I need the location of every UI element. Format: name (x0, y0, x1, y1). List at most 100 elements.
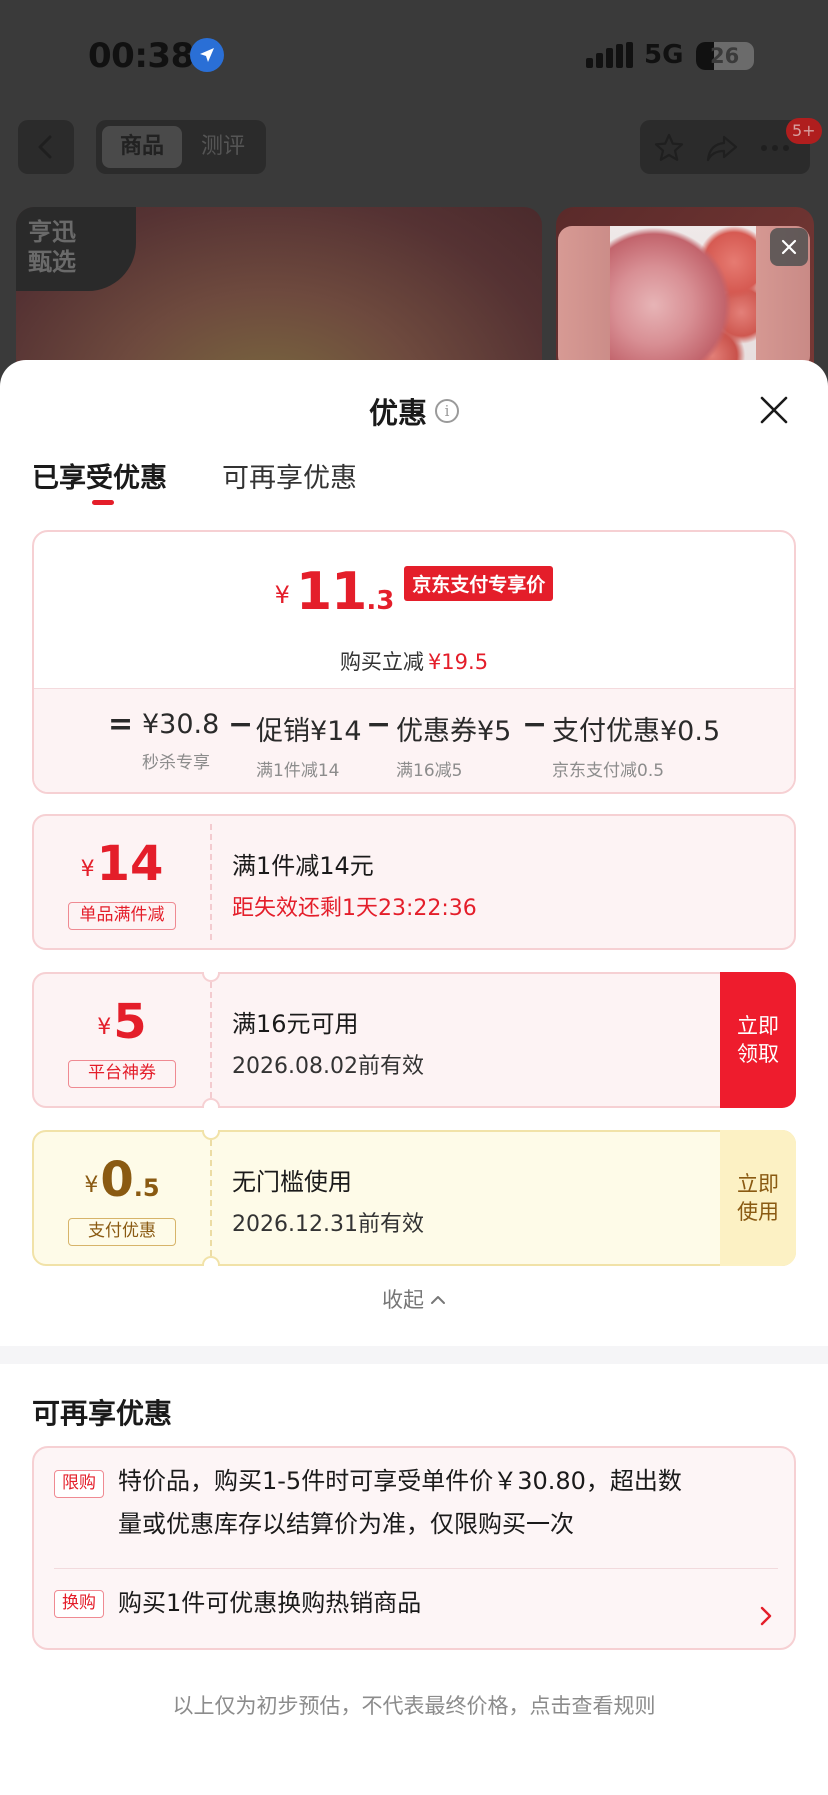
nav-actions (640, 120, 810, 174)
formula-main: 支付优惠¥0.5 (552, 716, 721, 747)
coupon-amount: ¥0.5 (34, 1152, 210, 1208)
coupon-title: 无门槛使用 (232, 1168, 352, 1196)
tab-review[interactable]: 测评 (186, 126, 260, 168)
coupon-value: 0 (100, 1152, 134, 1208)
back-button[interactable] (18, 120, 74, 174)
formula-sub: 京东支付减0.5 (552, 761, 665, 781)
status-bar: 00:38 5G 26 (0, 0, 828, 110)
coupon-currency: ¥ (97, 1015, 112, 1040)
formula-main: 优惠券¥5 (396, 716, 512, 747)
location-icon (190, 38, 224, 72)
limit-description: 特价品，购买1-5件时可享受单件价￥30.80，超出数 量或优惠库存以结算价为准… (118, 1460, 682, 1546)
item-divider (54, 1568, 778, 1569)
battery-level: 26 (710, 44, 740, 68)
currency-symbol: ¥ (274, 581, 290, 609)
coupon-type-label: 支付优惠 (68, 1218, 176, 1246)
price-tag: 京东支付专享价 (404, 566, 554, 601)
formula-sub: 满1件减14 (256, 761, 340, 781)
coupon-card[interactable]: ¥0.5 支付优惠 无门槛使用 2026.12.31前有效 立即使用 (32, 1130, 796, 1266)
rules-note-link[interactable]: 以上仅为初步预估，不代表最终价格，点击查看规则 (0, 1690, 828, 1720)
coupon-currency: ¥ (84, 1173, 99, 1198)
final-price: ¥11.3 京东支付专享价 (34, 562, 794, 622)
close-icon[interactable] (756, 392, 792, 428)
more-discounts-title: 可再享优惠 (32, 1397, 173, 1430)
formula-equals: = (108, 707, 134, 742)
chevron-right-icon[interactable] (760, 1606, 772, 1626)
tab-indicator (92, 500, 114, 505)
limit-text-line: 特价品，购买1-5件时可享受单件价￥30.80，超出数 (118, 1467, 682, 1495)
limit-tag: 限购 (54, 1470, 104, 1498)
coupon-title: 满16元可用 (232, 1010, 359, 1038)
product-tabs: 商品 测评 (96, 120, 266, 174)
coupon-divider (210, 982, 212, 1098)
claim-coupon-label: 立即领取 (737, 1014, 779, 1066)
price-summary-card: ¥11.3 京东支付专享价 购买立减 ¥19.5 = ¥30.8 秒杀专享 − 促销… (32, 530, 796, 794)
signal-icon (586, 42, 634, 68)
coupon-divider (210, 1140, 212, 1256)
coupon-amount: ¥14 (34, 836, 210, 892)
collapse-button[interactable]: 收起 (0, 1284, 828, 1314)
coupon-card[interactable]: ¥14 单品满件减 满1件减14元 距失效还剩1天23:22:36 (32, 814, 796, 950)
coupon-expiry: 2026.12.31前有效 (232, 1212, 424, 1237)
chevron-up-icon (431, 1296, 445, 1304)
total-reduction: 购买立减 ¥19.5 (34, 646, 794, 676)
network-label: 5G (644, 40, 684, 70)
limit-text-line: 量或优惠库存以结算价为准，仅限购买一次 (118, 1510, 574, 1538)
formula-minus: − (366, 707, 392, 742)
battery-icon: 26 (696, 42, 754, 70)
status-time: 00:38 (88, 36, 194, 76)
claim-coupon-button[interactable]: 立即领取 (720, 972, 796, 1108)
coupon-type-label: 平台神券 (68, 1060, 176, 1088)
formula-sub: 满16减5 (396, 761, 463, 781)
notification-badge: 5+ (786, 118, 822, 144)
coupon-value: 5 (113, 994, 147, 1050)
star-icon[interactable] (654, 133, 684, 163)
more-icon[interactable] (760, 144, 790, 152)
coupon-card[interactable]: ¥5 平台神券 满16元可用 2026.08.02前有效 立即领取 (32, 972, 796, 1108)
video-close-button[interactable] (770, 228, 808, 266)
sheet-title: 优惠 (368, 396, 427, 430)
coupon-title: 满1件减14元 (232, 852, 374, 880)
formula-main: 促销¥14 (256, 716, 362, 747)
collapse-label: 收起 (382, 1288, 424, 1312)
coupon-amount-area: ¥5 平台神券 (34, 974, 210, 1106)
use-coupon-label: 立即使用 (737, 1172, 779, 1224)
coupon-currency: ¥ (80, 857, 95, 882)
formula-item: 促销¥14 满1件减14 (256, 709, 362, 781)
coupon-amount: ¥5 (34, 994, 210, 1050)
section-divider (0, 1346, 828, 1364)
formula-item: 优惠券¥5 满16减5 (396, 709, 511, 781)
tab-more[interactable]: 可再享优惠 (222, 456, 357, 495)
sheet-header: 优惠 i (0, 390, 828, 432)
use-coupon-button[interactable]: 立即使用 (720, 1130, 796, 1266)
discount-sheet: 优惠 i 已享受优惠 可再享优惠 ¥11.3 京东支付专享价 购买立减 ¥19.5 =… (0, 360, 828, 1795)
price-decimal: .3 (366, 586, 395, 616)
tab-product[interactable]: 商品 (102, 126, 182, 168)
price-formula: = ¥30.8 秒杀专享 − 促销¥14 满1件减14 − 优惠券¥5 满16减… (34, 688, 794, 792)
coupon-type-label: 单品满件减 (68, 902, 176, 930)
store-tag: 亨迅 甄选 (16, 207, 136, 291)
info-icon[interactable]: i (435, 399, 459, 423)
exchange-offer-link[interactable]: 购买1件可优惠换购热销商品 (118, 1582, 421, 1625)
exchange-tag: 换购 (54, 1590, 104, 1618)
formula-item: ¥30.8 秒杀专享 (142, 709, 219, 773)
formula-minus: − (522, 707, 548, 742)
formula-main: ¥30.8 (142, 709, 220, 740)
formula-item: 支付优惠¥0.5 京东支付减0.5 (552, 709, 720, 781)
coupon-amount-area: ¥14 单品满件减 (34, 816, 210, 948)
price-integer: 11 (295, 562, 367, 622)
final-price-section: ¥11.3 京东支付专享价 购买立减 ¥19.5 (34, 532, 794, 688)
product-nav-bar: 商品 测评 (0, 118, 828, 174)
coupon-amount-area: ¥0.5 支付优惠 (34, 1132, 210, 1264)
share-icon[interactable] (706, 133, 738, 163)
coupon-value: 14 (96, 836, 164, 892)
tab-enjoyed[interactable]: 已享受优惠 (32, 456, 167, 495)
coupon-expiry: 2026.08.02前有效 (232, 1054, 424, 1079)
video-frame (610, 226, 756, 370)
reduce-label: 购买立减 (339, 650, 424, 674)
more-discounts-card: 限购 特价品，购买1-5件时可享受单件价￥30.80，超出数 量或优惠库存以结算… (32, 1446, 796, 1650)
coupon-divider (210, 824, 212, 940)
coupon-decimal: .5 (133, 1174, 160, 1202)
reduce-value: ¥19.5 (427, 650, 489, 674)
coupon-countdown: 距失效还剩1天23:22:36 (232, 896, 477, 921)
